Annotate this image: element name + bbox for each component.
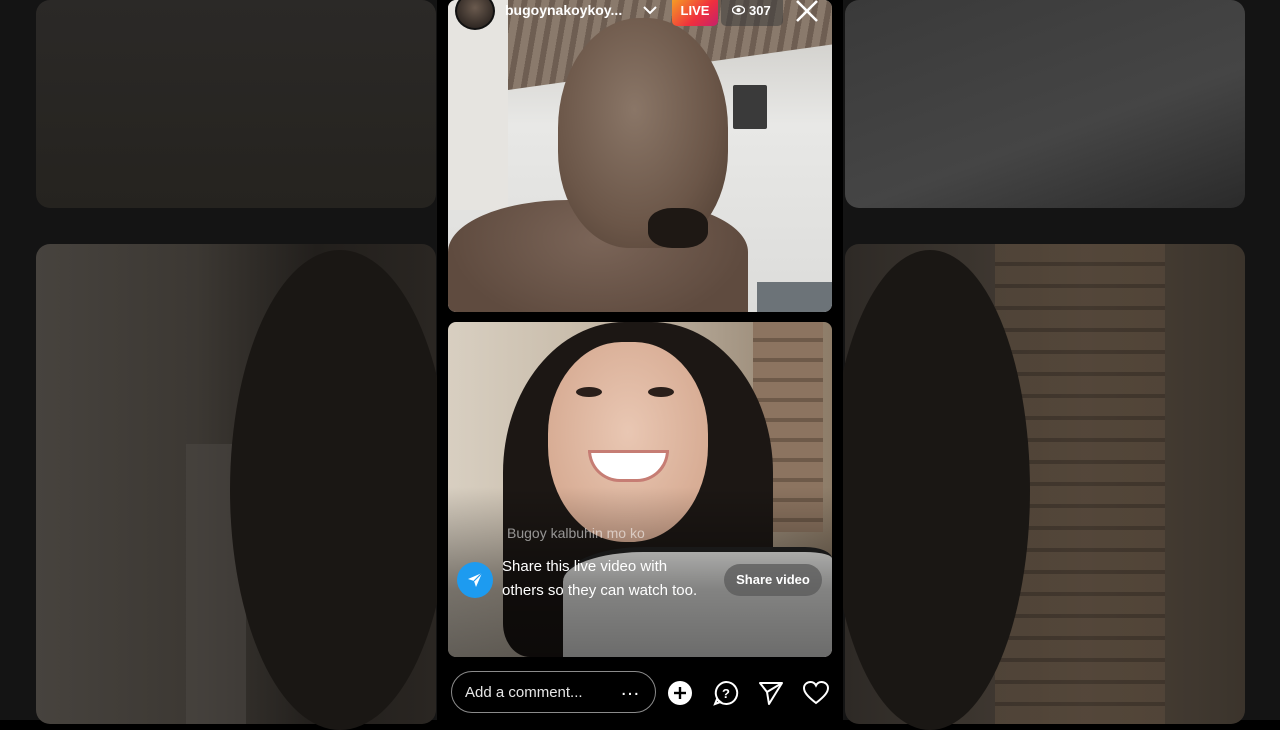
plus-circle-icon[interactable] <box>667 680 693 706</box>
background-top-left <box>36 0 436 208</box>
guest-left-eye <box>576 387 602 397</box>
guest-right-eye <box>648 387 674 397</box>
share-prompt-text: Share this live video with others so the… <box>502 558 698 599</box>
svg-text:?: ? <box>722 686 730 701</box>
bottom-bar: Add a comment... … ? <box>437 668 843 718</box>
send-icon[interactable] <box>758 680 784 706</box>
live-badge: LIVE <box>672 0 718 26</box>
viewer-count: 307 <box>749 3 771 18</box>
comment-input[interactable]: Add a comment... … <box>451 671 656 713</box>
host-username[interactable]: bugoynakoykoy... <box>505 2 622 18</box>
video-house <box>757 282 832 312</box>
video-lamp <box>733 85 767 129</box>
close-icon[interactable] <box>794 0 820 24</box>
live-stream-view: bugoynakoykoy... LIVE 307 Bugoy kalbuhin… <box>437 0 843 720</box>
more-options-icon[interactable]: … <box>620 678 641 701</box>
chevron-down-icon[interactable] <box>641 3 659 17</box>
paper-plane-icon <box>468 572 483 587</box>
avatar[interactable] <box>455 0 495 30</box>
viewer-count-badge[interactable]: 307 <box>721 0 783 26</box>
live-header: bugoynakoykoy... LIVE 307 <box>437 0 843 30</box>
background-hair-right <box>830 250 1030 730</box>
eye-icon <box>732 5 745 15</box>
background-top-right <box>845 0 1245 208</box>
comment-placeholder: Add a comment... <box>465 684 583 701</box>
video-wall <box>448 0 508 210</box>
faded-comment: Bugoy kalbuhin mo ko <box>507 525 645 541</box>
host-video-tile <box>448 0 832 312</box>
host-beard <box>648 208 708 248</box>
heart-icon[interactable] <box>802 680 830 706</box>
question-bubble-icon[interactable]: ? <box>713 680 739 706</box>
share-prompt: Share this live video with others so the… <box>457 555 827 627</box>
background-hair-left <box>230 250 450 730</box>
share-icon-badge <box>457 562 493 598</box>
share-video-button[interactable]: Share video <box>724 564 822 596</box>
